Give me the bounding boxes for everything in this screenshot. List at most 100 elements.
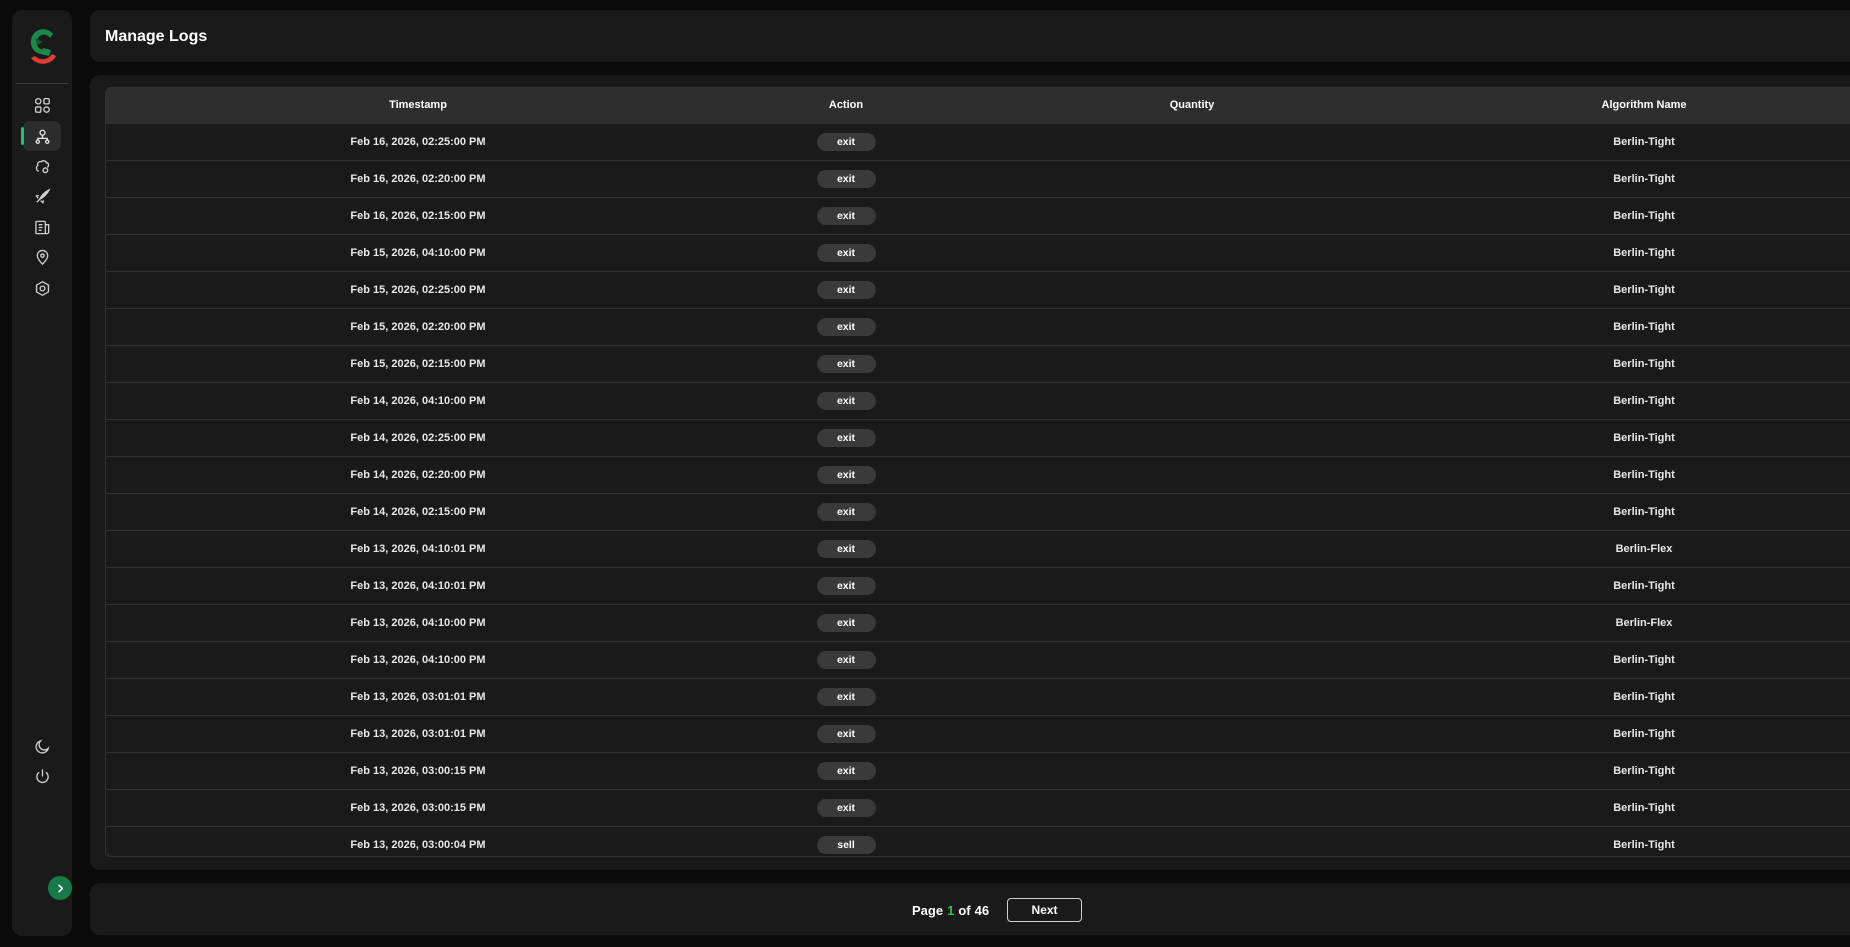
nav-settings[interactable]: [23, 273, 61, 303]
column-header-algorithm-name[interactable]: Algorithm Name: [1422, 88, 1850, 123]
timestamp-cell: Feb 15, 2026, 02:15:00 PM: [350, 357, 486, 370]
action-badge: exit: [816, 613, 876, 632]
quantity-cell: [962, 234, 1422, 271]
table-row: Feb 15, 2026, 02:20:00 PM exit Berlin-Tigh…: [106, 308, 1850, 345]
action-cell: exit: [730, 308, 962, 345]
action-badge: exit: [816, 650, 876, 669]
logs-panel: Timestamp Action Quantity Algorithm Name…: [90, 75, 1850, 870]
quantity-cell: [962, 715, 1422, 752]
nav-theme-toggle[interactable]: [23, 731, 61, 761]
timestamp-cell: Feb 15, 2026, 02:20:00 PM: [350, 320, 486, 333]
action-cell: exit: [730, 197, 962, 234]
logs-table: Timestamp Action Quantity Algorithm Name…: [106, 88, 1850, 856]
power-icon: [35, 768, 49, 783]
nav-rocket[interactable]: [23, 181, 61, 211]
quantity-cell: [962, 308, 1422, 345]
column-header-action[interactable]: Action: [730, 88, 962, 123]
action-badge: exit: [816, 724, 876, 743]
algorithm-name-cell: Berlin-Tight: [1613, 468, 1675, 481]
algorithm-name-cell: Berlin-Tight: [1613, 394, 1675, 407]
action-cell: exit: [730, 419, 962, 456]
location-pin-icon: [36, 249, 48, 265]
table-row: Feb 13, 2026, 03:01:01 PM exit Berlin-Tigh…: [106, 715, 1850, 752]
action-badge: exit: [816, 169, 876, 188]
timestamp-cell: Feb 13, 2026, 03:00:15 PM: [350, 801, 486, 814]
table-body: Feb 16, 2026, 02:25:00 PM exit Berlin-Tigh…: [106, 123, 1850, 856]
algorithm-name-cell: Berlin-Tight: [1613, 357, 1675, 370]
timestamp-cell: Feb 14, 2026, 02:15:00 PM: [350, 505, 486, 518]
table-row: Feb 13, 2026, 03:00:15 PM exit Berlin-Tigh…: [106, 789, 1850, 826]
algorithm-name-cell: Berlin-Tight: [1613, 727, 1675, 740]
quantity-cell: [962, 678, 1422, 715]
action-badge: exit: [816, 428, 876, 447]
action-badge: exit: [816, 798, 876, 817]
algorithm-name-cell: Berlin-Tight: [1613, 172, 1675, 185]
action-badge: exit: [816, 502, 876, 521]
nav-logout[interactable]: [23, 761, 61, 791]
nav-dashboard[interactable]: [23, 90, 61, 120]
algorithm-name-cell: Berlin-Tight: [1613, 838, 1675, 851]
quantity-cell: [962, 789, 1422, 826]
quantity-cell: [962, 493, 1422, 530]
action-cell: exit: [730, 752, 962, 789]
dashboard-grid-icon: [34, 97, 50, 113]
quantity-cell: [962, 160, 1422, 197]
action-badge: exit: [816, 317, 876, 336]
nav-documents[interactable]: [23, 212, 61, 242]
action-cell: exit: [730, 678, 962, 715]
sidebar: [12, 10, 72, 936]
action-badge: sell: [816, 835, 876, 854]
nav-location[interactable]: [23, 242, 61, 272]
page-title: Manage Logs: [105, 28, 208, 45]
table-row: Feb 13, 2026, 03:00:04 PM sell Berlin-Tigh…: [106, 826, 1850, 856]
algorithm-name-cell: Berlin-Tight: [1613, 801, 1675, 814]
timestamp-cell: Feb 13, 2026, 04:10:01 PM: [350, 542, 486, 555]
column-header-timestamp[interactable]: Timestamp: [106, 88, 730, 123]
table-header-row: Timestamp Action Quantity Algorithm Name: [106, 88, 1850, 123]
table-row: Feb 14, 2026, 04:10:00 PM exit Berlin-Tigh…: [106, 382, 1850, 419]
algorithm-name-cell: Berlin-Tight: [1613, 320, 1675, 333]
of-label: of: [958, 902, 971, 918]
quantity-cell: [962, 456, 1422, 493]
nav-brain[interactable]: [23, 151, 61, 181]
total-pages: 46: [974, 902, 990, 918]
logs-table-container: Timestamp Action Quantity Algorithm Name…: [105, 87, 1850, 857]
timestamp-cell: Feb 13, 2026, 03:01:01 PM: [350, 690, 486, 703]
table-row: Feb 15, 2026, 02:25:00 PM exit Berlin-Tigh…: [106, 271, 1850, 308]
nav-network[interactable]: [21, 121, 61, 151]
action-badge: exit: [816, 243, 876, 262]
action-cell: exit: [730, 271, 962, 308]
action-cell: exit: [730, 567, 962, 604]
action-cell: exit: [730, 530, 962, 567]
column-header-quantity[interactable]: Quantity: [962, 88, 1422, 123]
action-cell: exit: [730, 641, 962, 678]
timestamp-cell: Feb 14, 2026, 02:25:00 PM: [350, 431, 486, 444]
app-logo[interactable]: [23, 20, 61, 72]
action-cell: exit: [730, 345, 962, 382]
timestamp-cell: Feb 16, 2026, 02:15:00 PM: [350, 209, 486, 222]
table-row: Feb 16, 2026, 02:25:00 PM exit Berlin-Tigh…: [106, 123, 1850, 160]
current-page-number: 1: [947, 902, 955, 918]
next-page-button[interactable]: Next: [1007, 898, 1083, 922]
action-badge: exit: [816, 761, 876, 780]
algorithm-name-cell: Berlin-Tight: [1613, 764, 1675, 777]
quantity-cell: [962, 567, 1422, 604]
brain-icon: [35, 159, 49, 173]
quantity-cell: [962, 752, 1422, 789]
sidebar-divider: [16, 83, 68, 84]
table-row: Feb 13, 2026, 04:10:00 PM exit Berlin-Tigh…: [106, 641, 1850, 678]
algorithm-name-cell: Berlin-Tight: [1613, 431, 1675, 444]
action-badge: exit: [816, 539, 876, 558]
action-badge: exit: [816, 132, 876, 151]
action-badge: exit: [816, 465, 876, 484]
table-row: Feb 13, 2026, 04:10:00 PM exit Berlin-Flex: [106, 604, 1850, 641]
algorithm-name-cell: Berlin-Tight: [1613, 690, 1675, 703]
network-nodes-icon: [35, 129, 49, 144]
action-badge: exit: [816, 687, 876, 706]
action-cell: exit: [730, 234, 962, 271]
table-row: Feb 14, 2026, 02:25:00 PM exit Berlin-Tigh…: [106, 419, 1850, 456]
action-badge: exit: [816, 576, 876, 595]
quantity-cell: [962, 271, 1422, 308]
action-cell: exit: [730, 789, 962, 826]
sidebar-expand-button[interactable]: [48, 876, 72, 900]
